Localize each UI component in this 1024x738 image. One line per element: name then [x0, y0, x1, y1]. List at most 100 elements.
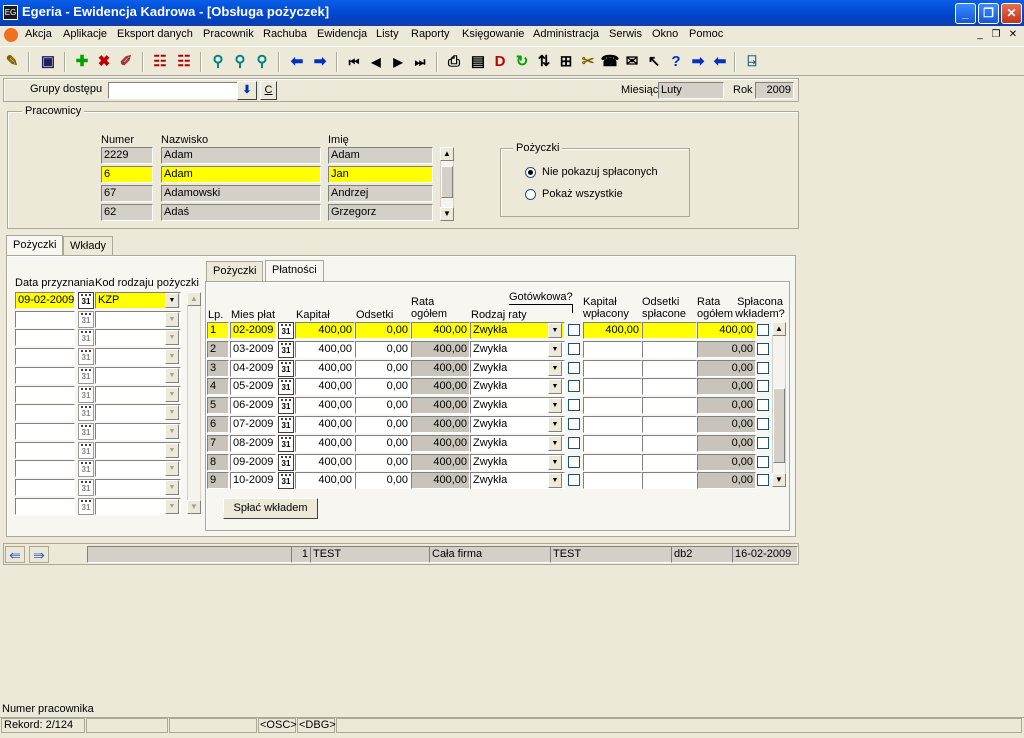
- nav-next-icon[interactable]: ⇛: [29, 546, 49, 563]
- paid-deposit-checkbox[interactable]: [757, 361, 769, 374]
- menu-item-11[interactable]: Okno: [652, 28, 678, 40]
- dropdown-arrow-icon[interactable]: ▼: [165, 423, 179, 439]
- scroll-down-icon[interactable]: ▼: [440, 207, 454, 221]
- groups-dropdown-button[interactable]: ⬇: [237, 81, 257, 100]
- paid-deposit-checkbox[interactable]: [757, 455, 769, 468]
- cash-checkbox[interactable]: [568, 399, 580, 412]
- calendar-icon[interactable]: 31: [278, 378, 294, 396]
- calendar-icon[interactable]: 31: [78, 366, 94, 384]
- payment-interest-paid-cell[interactable]: [642, 322, 697, 339]
- arrow-right-icon[interactable]: ➡: [310, 52, 330, 72]
- employee-number-cell[interactable]: 62: [101, 204, 153, 221]
- dropdown-arrow-icon[interactable]: ▼: [548, 341, 562, 357]
- cash-checkbox[interactable]: [568, 361, 580, 374]
- document-icon[interactable]: D: [490, 52, 510, 72]
- refresh-icon[interactable]: ↻: [512, 52, 532, 72]
- sort-icon[interactable]: ⇅: [534, 52, 554, 72]
- payment-interest-paid-cell[interactable]: [642, 416, 697, 433]
- tab-loans[interactable]: Pożyczki: [6, 235, 64, 257]
- payment-interest-cell[interactable]: 0,00: [355, 340, 411, 358]
- employee-surname-cell[interactable]: Adam: [161, 166, 321, 183]
- payment-month-cell[interactable]: 04-2009: [230, 359, 276, 377]
- calendar-icon[interactable]: 31: [278, 434, 294, 452]
- radio-show-all-label[interactable]: Pokaż wszystkie: [542, 188, 623, 200]
- employee-surname-cell[interactable]: Adamowski: [161, 185, 321, 202]
- calendar-icon[interactable]: 31: [278, 397, 294, 415]
- payment-interest-paid-cell[interactable]: [642, 453, 697, 471]
- calendar-icon[interactable]: 31: [78, 460, 94, 478]
- add-icon[interactable]: ✚: [72, 52, 92, 72]
- dropdown-arrow-icon[interactable]: ▼: [165, 405, 179, 421]
- payment-month-cell[interactable]: 06-2009: [230, 397, 276, 415]
- close-button[interactable]: ✕: [1001, 3, 1022, 24]
- calendar-icon[interactable]: 31: [278, 322, 294, 339]
- payment-month-cell[interactable]: 08-2009: [230, 434, 276, 452]
- pointer-icon[interactable]: ↖: [644, 52, 664, 72]
- calendar-icon[interactable]: 31: [78, 404, 94, 422]
- payment-month-cell[interactable]: 10-2009: [230, 472, 276, 490]
- employee-name-cell[interactable]: Adam: [328, 147, 433, 164]
- mdi-close-button[interactable]: ✕: [1006, 29, 1020, 41]
- payment-interest-cell[interactable]: 0,00: [355, 359, 411, 377]
- title-bar[interactable]: EG Egeria - Ewidencja Kadrowa - [Obsługa…: [0, 0, 1024, 26]
- loan-date-cell[interactable]: [15, 441, 75, 459]
- menu-item-4[interactable]: Rachuba: [263, 28, 307, 40]
- calendar-icon[interactable]: 31: [78, 422, 94, 440]
- payment-capital-paid-cell[interactable]: [583, 416, 642, 433]
- paid-deposit-checkbox[interactable]: [757, 418, 769, 430]
- cash-checkbox[interactable]: [568, 474, 580, 487]
- filter-icon[interactable]: ⚲: [208, 52, 228, 72]
- dropdown-arrow-icon[interactable]: ▼: [548, 379, 562, 395]
- split-icon[interactable]: ☷: [150, 52, 170, 72]
- scroll-thumb[interactable]: [441, 166, 453, 198]
- dropdown-arrow-icon[interactable]: ▼: [548, 473, 562, 489]
- dropdown-arrow-icon[interactable]: ▼: [165, 311, 179, 327]
- menu-item-7[interactable]: Raporty: [411, 28, 450, 40]
- app-menu-icon[interactable]: [4, 28, 18, 42]
- loan-date-cell[interactable]: [15, 497, 75, 515]
- menu-item-1[interactable]: Aplikacje: [63, 28, 107, 40]
- paid-deposit-checkbox[interactable]: [757, 474, 769, 487]
- payment-capital-paid-cell[interactable]: [583, 472, 642, 490]
- calendar-icon[interactable]: 31: [78, 441, 94, 459]
- forward-icon[interactable]: ➡: [688, 52, 708, 72]
- loan-date-cell[interactable]: 09-02-2009: [15, 292, 75, 309]
- loans-scroll-down-icon[interactable]: ▼: [187, 500, 201, 514]
- help-icon[interactable]: ?: [666, 52, 686, 72]
- dropdown-arrow-icon[interactable]: ▼: [165, 367, 179, 383]
- cash-checkbox[interactable]: [568, 455, 580, 468]
- cash-checkbox[interactable]: [568, 380, 580, 393]
- payment-interest-cell[interactable]: 0,00: [355, 378, 411, 396]
- print-icon[interactable]: ⎙: [444, 52, 464, 72]
- loan-date-cell[interactable]: [15, 404, 75, 422]
- payment-capital-cell[interactable]: 400,00: [295, 472, 355, 490]
- payment-capital-paid-cell[interactable]: [583, 340, 642, 358]
- payment-capital-cell[interactable]: 400,00: [295, 378, 355, 396]
- calendar-icon[interactable]: 31: [78, 292, 94, 309]
- calendar-icon[interactable]: 31: [278, 359, 294, 377]
- nav-prev-icon[interactable]: ⇚: [5, 546, 25, 563]
- payment-interest-cell[interactable]: 0,00: [355, 416, 411, 433]
- scroll-up-icon[interactable]: ▲: [440, 147, 454, 161]
- dropdown-arrow-icon[interactable]: ▼: [165, 349, 179, 365]
- payment-capital-cell[interactable]: 400,00: [295, 359, 355, 377]
- dropdown-arrow-icon[interactable]: ▼: [165, 386, 179, 402]
- report-icon[interactable]: ▤: [468, 52, 488, 72]
- payments-scroll-down-icon[interactable]: ▼: [772, 473, 786, 487]
- calendar-icon[interactable]: 31: [278, 416, 294, 433]
- calendar-icon[interactable]: 31: [278, 453, 294, 471]
- edit-icon[interactable]: ✐: [116, 52, 136, 72]
- calendar-icon[interactable]: 31: [78, 348, 94, 366]
- dropdown-arrow-icon[interactable]: ▼: [165, 498, 179, 514]
- payment-interest-paid-cell[interactable]: [642, 340, 697, 358]
- loans-scrollbar[interactable]: ▲ ▼: [187, 292, 201, 514]
- payment-interest-paid-cell[interactable]: [642, 472, 697, 490]
- payment-month-cell[interactable]: 02-2009: [230, 322, 276, 339]
- payment-capital-paid-cell[interactable]: 400,00: [583, 322, 642, 339]
- next-record-icon[interactable]: ▶: [388, 52, 408, 72]
- employee-surname-cell[interactable]: Adam: [161, 147, 321, 164]
- cash-checkbox[interactable]: [568, 342, 580, 355]
- dropdown-arrow-icon[interactable]: ▼: [165, 480, 179, 495]
- employee-number-cell[interactable]: 67: [101, 185, 153, 202]
- calendar-icon[interactable]: 31: [278, 472, 294, 490]
